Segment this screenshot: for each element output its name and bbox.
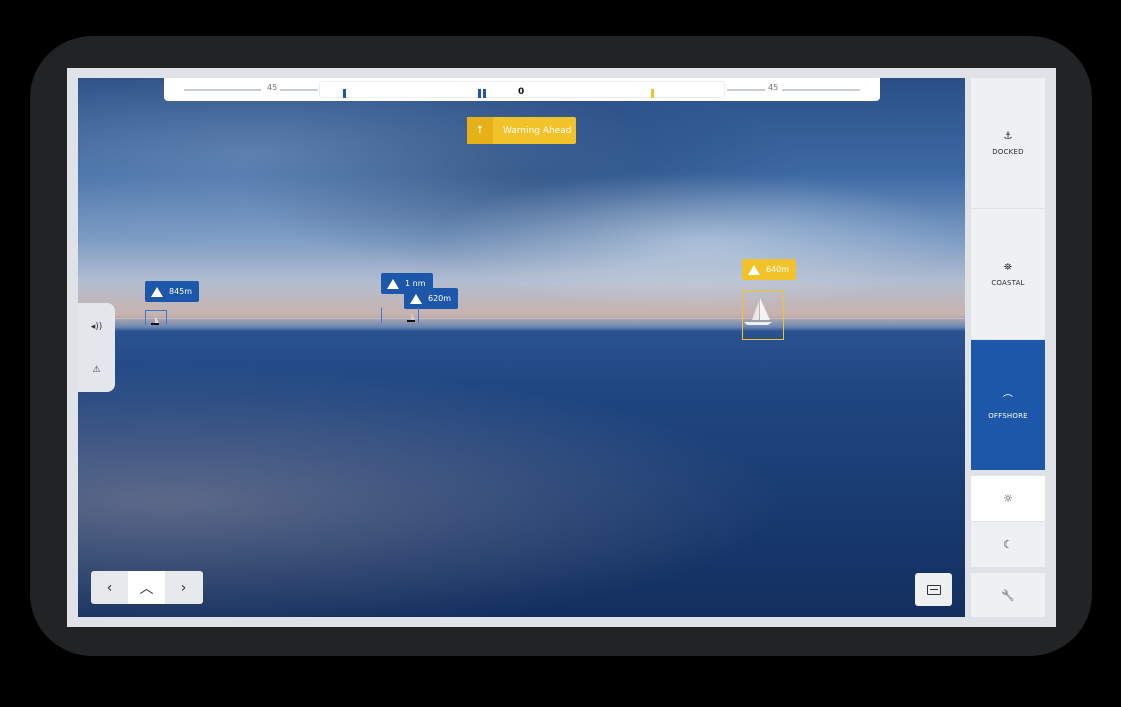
target-tag-845m[interactable]: 845m	[145, 281, 200, 302]
nav-up-button[interactable]: ︿	[128, 571, 165, 604]
target-bracket-845m	[145, 310, 167, 325]
mode-offshore[interactable]: ⌒ OFFSHORE	[971, 340, 1045, 470]
wrench-icon: 🔧	[1001, 588, 1015, 602]
compass-left-label: 45	[267, 83, 278, 92]
warning-triangle-icon	[410, 293, 422, 304]
mode-docked[interactable]: ⚓ DOCKED	[971, 78, 1045, 208]
night-mode-button[interactable]: ☾	[971, 522, 1045, 567]
camera-nav-pad: ‹ ︿ ›	[91, 571, 203, 604]
compass-scale-left	[184, 89, 261, 91]
lighthouse-icon: ⛯	[1003, 261, 1013, 273]
warning-triangle-icon	[748, 264, 760, 275]
compass-right-label: 45	[768, 83, 779, 92]
warning-triangle-icon	[151, 286, 163, 297]
target-distance: 640m	[766, 265, 790, 274]
target-tag-620m[interactable]: 620m	[404, 288, 459, 309]
speaker-icon[interactable]: ◂))	[78, 317, 115, 337]
compass-center-label: 0	[518, 87, 525, 97]
compass-marker-center-a	[478, 89, 481, 98]
compass-scale-left-inner	[280, 89, 318, 91]
nav-next-button[interactable]: ›	[165, 571, 202, 604]
camera-view	[78, 78, 965, 617]
heading-compass-bar[interactable]: 45 0 45	[164, 78, 880, 101]
sea-reflection	[78, 328, 965, 617]
nav-prev-button[interactable]: ‹	[91, 571, 128, 604]
sky-clouds	[78, 78, 965, 328]
settings-wrench-button[interactable]: 🔧	[971, 573, 1045, 617]
compass-marker-warning	[651, 89, 654, 98]
moon-icon: ☾	[1003, 538, 1013, 551]
compass-marker-center-b	[483, 89, 486, 98]
target-distance: 620m	[428, 294, 452, 303]
compass-scale-right	[782, 89, 860, 91]
day-mode-button[interactable]: ☼	[971, 476, 1045, 521]
left-quick-panel: ◂)) ⚠	[78, 303, 115, 392]
mode-label: COASTAL	[991, 278, 1025, 287]
mode-label: DOCKED	[992, 147, 1024, 156]
anchor-icon: ⚓	[1003, 130, 1013, 142]
sun-icon: ☼	[1003, 492, 1013, 505]
target-distance: 1 nm	[405, 279, 426, 288]
compass-window: 0	[320, 82, 724, 98]
screen-icon	[926, 584, 941, 595]
target-distance: 845m	[169, 287, 193, 296]
warning-triangle-icon	[387, 278, 399, 289]
horizon-line	[78, 318, 965, 319]
warning-label: Warning Ahead	[503, 125, 572, 136]
warning-triangle-icon[interactable]: ⚠	[78, 360, 115, 380]
compass-marker-left	[343, 89, 346, 98]
compass-scale-right-inner	[727, 89, 765, 91]
target-tag-640m[interactable]: 640m	[742, 259, 797, 280]
display-toggle-button[interactable]	[915, 573, 952, 606]
wave-icon: ⌒	[1002, 394, 1014, 406]
target-bracket-620m	[381, 307, 419, 323]
mode-coastal[interactable]: ⛯ COASTAL	[971, 209, 1045, 339]
arrow-up-icon: ↑	[467, 117, 493, 144]
target-bracket-640m	[742, 290, 784, 340]
warning-ahead-banner[interactable]: ↑ Warning Ahead	[467, 117, 576, 144]
mode-label: OFFSHORE	[988, 411, 1028, 420]
